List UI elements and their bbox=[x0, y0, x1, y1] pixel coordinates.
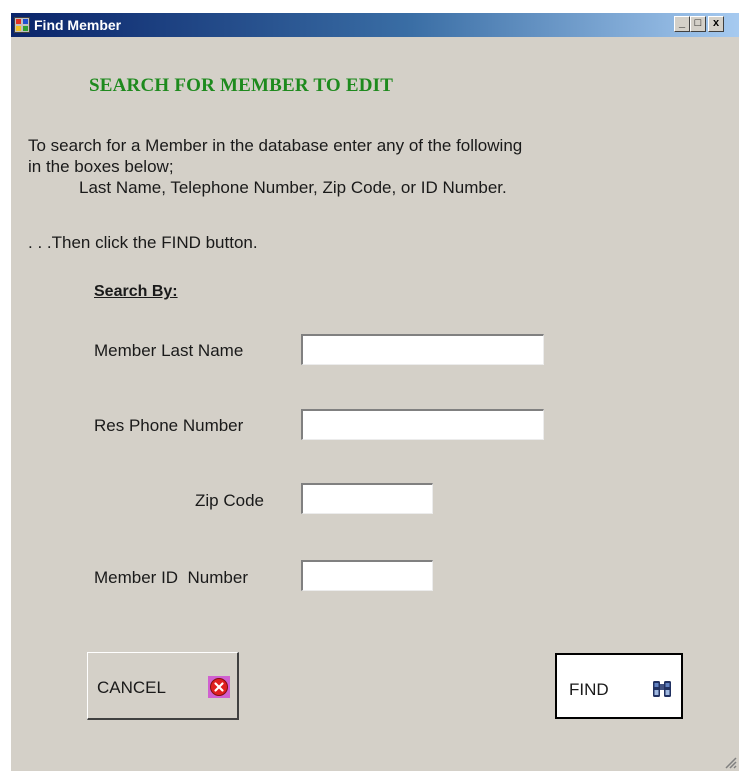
find-button-label: FIND bbox=[569, 680, 609, 699]
phone-number-label: Res Phone Number bbox=[94, 416, 244, 435]
member-id-label: Member ID Number bbox=[94, 568, 248, 587]
cancel-button[interactable]: CANCEL bbox=[87, 652, 239, 720]
last-name-input[interactable] bbox=[301, 334, 544, 365]
search-by-label: Search By: bbox=[94, 283, 178, 300]
zip-code-input[interactable] bbox=[301, 483, 433, 514]
member-id-input[interactable] bbox=[301, 560, 433, 591]
instructions-line-4: . . .Then click the FIND button. bbox=[28, 233, 258, 252]
binoculars-icon bbox=[653, 681, 671, 697]
zip-code-label: Zip Code bbox=[195, 491, 264, 510]
last-name-label: Member Last Name bbox=[94, 341, 244, 360]
find-member-window: Find Member _ □ x SEARCH FOR MEMBER TO E… bbox=[10, 12, 739, 771]
resize-grip-icon[interactable] bbox=[723, 755, 737, 769]
maximize-button[interactable]: □ bbox=[690, 16, 706, 32]
app-icon bbox=[14, 17, 30, 33]
close-button[interactable]: x bbox=[708, 16, 724, 32]
instructions-line-1: To search for a Member in the database e… bbox=[28, 136, 523, 155]
instructions-line-2: in the boxes below; bbox=[28, 157, 174, 176]
find-button[interactable]: FIND bbox=[555, 653, 683, 719]
instructions-line-3: Last Name, Telephone Number, Zip Code, o… bbox=[79, 178, 507, 197]
title-bar[interactable]: Find Member _ □ x bbox=[11, 13, 739, 37]
page-title: SEARCH FOR MEMBER TO EDIT bbox=[89, 75, 394, 96]
window-title: Find Member bbox=[34, 17, 122, 33]
instructions-text: To search for a Member in the database e… bbox=[28, 135, 522, 198]
minimize-button[interactable]: _ bbox=[674, 16, 690, 32]
cancel-button-label: CANCEL bbox=[97, 678, 166, 697]
phone-number-input[interactable] bbox=[301, 409, 544, 440]
cancel-x-icon bbox=[208, 676, 230, 698]
